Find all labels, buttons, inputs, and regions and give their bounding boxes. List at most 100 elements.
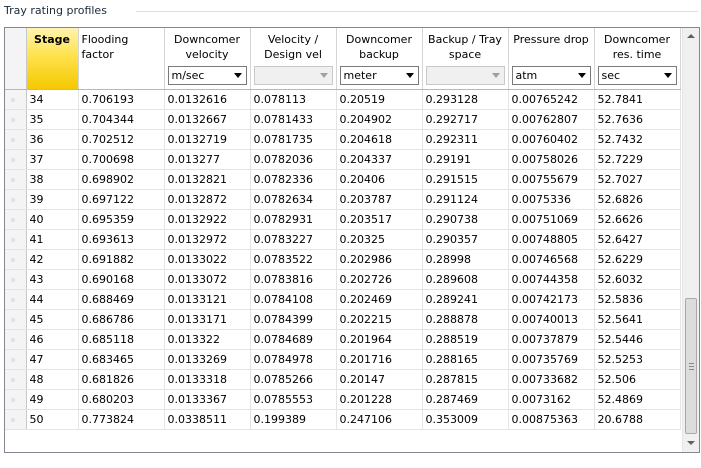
table-cell[interactable]: 0.00744358 [508, 269, 595, 290]
table-row[interactable]: 37 0.700698 0.013277 0.0782036 0.204337 0.291… [5, 149, 681, 170]
table-cell[interactable]: 52.6032 [594, 269, 681, 290]
table-cell[interactable]: 0.0782931 [250, 209, 337, 230]
table-cell[interactable]: 0.680203 [78, 389, 165, 410]
table-cell[interactable]: 0.0132972 [164, 229, 251, 250]
table-cell[interactable]: 0.0783522 [250, 249, 337, 270]
table-cell[interactable]: 52.6229 [594, 249, 681, 270]
scrollbar-thumb[interactable] [685, 298, 697, 434]
table-cell[interactable]: 0.00740013 [508, 309, 595, 330]
table-cell[interactable]: 0.700698 [78, 149, 165, 170]
table-cell[interactable]: 0.0783816 [250, 269, 337, 290]
table-cell[interactable]: 0.290357 [422, 229, 509, 250]
table-cell[interactable]: 0.288519 [422, 329, 509, 350]
table-cell[interactable]: 0.0132922 [164, 209, 251, 230]
table-cell[interactable]: 0.0073162 [508, 389, 595, 410]
table-cell[interactable]: 52.506 [594, 369, 681, 390]
vertical-scrollbar[interactable] [682, 28, 699, 452]
table-cell[interactable]: 0.00765242 [508, 89, 595, 110]
table-cell[interactable]: 20.6788 [594, 409, 681, 430]
table-cell[interactable]: 52.5446 [594, 329, 681, 350]
table-cell[interactable]: 36 [26, 129, 79, 150]
row-header-corner[interactable] [5, 28, 27, 90]
table-cell[interactable]: 0.0132616 [164, 89, 251, 110]
table-cell[interactable]: 48 [26, 369, 79, 390]
table-cell[interactable]: 37 [26, 149, 79, 170]
table-row[interactable]: 41 0.693613 0.0132972 0.0783227 0.20325 0.290… [5, 229, 681, 250]
column-header-backup-tray-space[interactable]: Backup / Tray space [422, 28, 509, 90]
table-cell[interactable]: 0.291124 [422, 189, 509, 210]
column-header-downcomer-backup[interactable]: Downcomer backup meter [336, 28, 423, 90]
table-cell[interactable]: 0.693613 [78, 229, 165, 250]
table-cell[interactable]: 0.773824 [78, 409, 165, 430]
table-cell[interactable]: 46 [26, 329, 79, 350]
tray-rating-grid[interactable]: Stage Flooding factor Downcomer velocity… [4, 27, 700, 453]
table-cell[interactable]: 0.203517 [336, 209, 423, 230]
table-cell[interactable]: 0.293128 [422, 89, 509, 110]
row-header[interactable] [5, 209, 27, 230]
table-cell[interactable]: 0.202986 [336, 249, 423, 270]
row-header[interactable] [5, 149, 27, 170]
table-cell[interactable]: 0.698902 [78, 169, 165, 190]
table-cell[interactable]: 0.688469 [78, 289, 165, 310]
table-row[interactable]: 47 0.683465 0.0133269 0.0784978 0.201716 0.28… [5, 349, 681, 370]
table-cell[interactable]: 0.0132872 [164, 189, 251, 210]
table-cell[interactable]: 0.0132821 [164, 169, 251, 190]
table-cell[interactable]: 0.28998 [422, 249, 509, 270]
row-header[interactable] [5, 349, 27, 370]
table-row[interactable]: 34 0.706193 0.0132616 0.078113 0.20519 0.2931… [5, 89, 681, 110]
table-cell[interactable]: 52.7636 [594, 109, 681, 130]
table-cell[interactable]: 50 [26, 409, 79, 430]
table-cell[interactable]: 0.0784978 [250, 349, 337, 370]
row-header[interactable] [5, 169, 27, 190]
table-cell[interactable]: 40 [26, 209, 79, 230]
row-header[interactable] [5, 329, 27, 350]
table-cell[interactable]: 0.287469 [422, 389, 509, 410]
table-cell[interactable]: 0.0782336 [250, 169, 337, 190]
table-cell[interactable]: 0.0782634 [250, 189, 337, 210]
table-cell[interactable]: 0.201228 [336, 389, 423, 410]
table-cell[interactable]: 52.5253 [594, 349, 681, 370]
table-cell[interactable]: 0.00742173 [508, 289, 595, 310]
table-cell[interactable]: 52.4869 [594, 389, 681, 410]
table-cell[interactable]: 45 [26, 309, 79, 330]
table-cell[interactable]: 43 [26, 269, 79, 290]
table-cell[interactable]: 0.29191 [422, 149, 509, 170]
table-cell[interactable]: 0.199389 [250, 409, 337, 430]
table-cell[interactable]: 0.00875363 [508, 409, 595, 430]
column-header-pressure-drop[interactable]: Pressure drop atm [508, 28, 595, 90]
table-cell[interactable]: 0.0784108 [250, 289, 337, 310]
table-row[interactable]: 50 0.773824 0.0338511 0.199389 0.247106 0.353… [5, 409, 681, 430]
row-header[interactable] [5, 249, 27, 270]
table-cell[interactable]: 0.0782036 [250, 149, 337, 170]
table-cell[interactable]: 0.013277 [164, 149, 251, 170]
table-cell[interactable]: 0.202469 [336, 289, 423, 310]
table-cell[interactable]: 0.681826 [78, 369, 165, 390]
table-cell[interactable]: 0.683465 [78, 349, 165, 370]
table-cell[interactable]: 0.0784689 [250, 329, 337, 350]
table-cell[interactable]: 0.0132719 [164, 129, 251, 150]
table-cell[interactable]: 0.0783227 [250, 229, 337, 250]
table-cell[interactable]: 0.0133072 [164, 269, 251, 290]
table-cell[interactable]: 52.6826 [594, 189, 681, 210]
table-cell[interactable]: 41 [26, 229, 79, 250]
table-cell[interactable]: 52.7027 [594, 169, 681, 190]
table-row[interactable]: 35 0.704344 0.0132667 0.0781433 0.204902 0.29… [5, 109, 681, 130]
table-cell[interactable]: 0.288878 [422, 309, 509, 330]
table-cell[interactable]: 52.5836 [594, 289, 681, 310]
table-cell[interactable]: 0.289241 [422, 289, 509, 310]
table-cell[interactable]: 0.204902 [336, 109, 423, 130]
table-cell[interactable]: 0.706193 [78, 89, 165, 110]
table-cell[interactable]: 0.0338511 [164, 409, 251, 430]
table-cell[interactable]: 0.690168 [78, 269, 165, 290]
table-row[interactable]: 42 0.691882 0.0133022 0.0783522 0.202986 0.28… [5, 249, 681, 270]
table-cell[interactable]: 0.292717 [422, 109, 509, 130]
table-cell[interactable]: 0.0785553 [250, 389, 337, 410]
column-header-velocity-design[interactable]: Velocity / Design vel [250, 28, 337, 90]
table-cell[interactable]: 35 [26, 109, 79, 130]
table-cell[interactable]: 0.013322 [164, 329, 251, 350]
table-cell[interactable]: 39 [26, 189, 79, 210]
row-header[interactable] [5, 229, 27, 250]
table-cell[interactable]: 52.5641 [594, 309, 681, 330]
row-header[interactable] [5, 289, 27, 310]
table-cell[interactable]: 0.00751069 [508, 209, 595, 230]
